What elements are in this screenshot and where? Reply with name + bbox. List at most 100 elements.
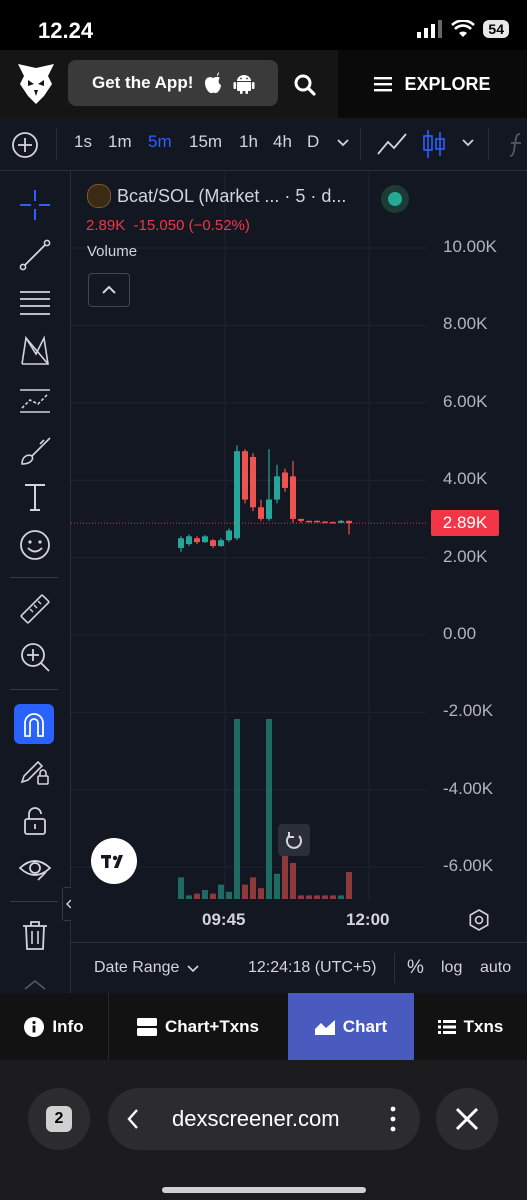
chevron-up-icon — [102, 285, 116, 294]
volume-label: Volume — [87, 243, 138, 260]
candle-body[interactable] — [250, 456, 256, 508]
trend-line-tool[interactable] — [17, 237, 53, 273]
pencil-lock-icon — [20, 760, 49, 785]
tradingview-logo[interactable] — [91, 838, 137, 884]
interval-5m[interactable]: 5m — [148, 132, 172, 152]
volume-bar — [338, 895, 344, 899]
wifi-icon — [451, 20, 476, 37]
candle-body[interactable] — [226, 530, 232, 541]
symbol-title[interactable]: Bcat/SOL (Market ... · 5 · d... — [117, 186, 346, 207]
prediction-tool[interactable] — [17, 383, 53, 419]
price-axis-label: 6.00K — [443, 391, 488, 411]
live-dot — [388, 192, 402, 206]
candle-body[interactable] — [242, 451, 248, 500]
close-icon — [455, 1107, 479, 1131]
tool-divider — [10, 689, 58, 690]
candle-body[interactable] — [258, 507, 264, 519]
percent-toggle[interactable]: % — [407, 957, 424, 979]
interval-4h[interactable]: 4h — [273, 132, 292, 152]
tab-info[interactable]: Info — [0, 993, 108, 1060]
interval-1h[interactable]: 1h — [239, 132, 258, 152]
browser-tabs-button[interactable]: 2 — [28, 1088, 90, 1150]
explore-button[interactable]: EXPLORE — [338, 50, 527, 118]
unlock-tool[interactable] — [17, 803, 53, 839]
price-axis-label: 10.00K — [443, 237, 497, 256]
volume-bar — [306, 895, 312, 899]
fib-tool[interactable] — [17, 285, 53, 321]
chevron-up-icon[interactable] — [22, 977, 48, 991]
dexscreener-logo[interactable] — [14, 62, 58, 106]
url-text[interactable]: dexscreener.com — [172, 1106, 340, 1132]
tab-chart-txns[interactable]: Chart+Txns — [109, 993, 287, 1060]
close-tab-button[interactable] — [436, 1088, 498, 1150]
candle-body[interactable] — [306, 520, 312, 523]
date-range-button[interactable]: Date Range — [94, 959, 179, 977]
time-label-1200: 12:00 — [346, 910, 390, 929]
candle-body[interactable] — [266, 499, 272, 519]
measure-tool[interactable] — [17, 591, 53, 627]
add-symbol-icon[interactable] — [11, 131, 39, 159]
candle-body[interactable] — [322, 521, 328, 524]
tab-chart[interactable]: Chart — [288, 993, 414, 1060]
candle-body[interactable] — [234, 451, 240, 539]
apple-icon — [205, 72, 222, 94]
reset-chart-button[interactable] — [278, 824, 310, 856]
interval-d[interactable]: D — [307, 132, 319, 152]
address-bar[interactable]: dexscreener.com — [108, 1088, 420, 1150]
more-options-icon[interactable] — [390, 1106, 396, 1132]
candle-body[interactable] — [290, 476, 296, 519]
candle-body[interactable] — [274, 476, 280, 500]
candle-body[interactable] — [194, 538, 200, 543]
settings-icon[interactable] — [468, 909, 490, 931]
price-axis-label: -4.00K — [443, 778, 494, 798]
chart-bottom-bar: Date Range 12:24:18 (UTC+5) % log auto — [71, 942, 527, 994]
candle-body[interactable] — [298, 518, 304, 521]
chart-area[interactable]: Bcat/SOL (Market ... · 5 · d... 2.89K -1… — [71, 171, 527, 993]
interval-1s[interactable]: 1s — [74, 132, 92, 152]
pattern-tool[interactable] — [17, 333, 53, 369]
clock-timezone[interactable]: 12:24:18 (UTC+5) — [248, 959, 377, 977]
tab-txns[interactable]: Txns — [414, 993, 527, 1060]
toolbar-divider — [488, 128, 489, 160]
delete-tool[interactable] — [17, 917, 53, 953]
candle-body[interactable] — [186, 536, 192, 545]
indicators-icon[interactable] — [504, 130, 527, 160]
price-axis-label: 0.00 — [443, 624, 477, 643]
legend-price: 2.89K — [86, 217, 126, 234]
candle-body[interactable] — [346, 520, 352, 524]
volume-bar — [314, 895, 320, 899]
get-app-button[interactable]: Get the App! — [68, 60, 278, 106]
interval-15m[interactable]: 15m — [189, 132, 222, 152]
candle-body[interactable] — [314, 520, 320, 523]
emoji-tool[interactable] — [17, 527, 53, 563]
magnet-tool[interactable] — [14, 704, 54, 744]
line-chart-icon[interactable] — [376, 130, 408, 158]
price-axis-label: 2.00K — [443, 546, 488, 566]
candle-body[interactable] — [202, 536, 208, 543]
log-toggle[interactable]: log — [441, 959, 462, 977]
candle-body[interactable] — [282, 472, 288, 488]
chevron-down-icon[interactable] — [336, 138, 350, 148]
candle-body[interactable] — [338, 520, 344, 523]
lock-drawing-tool[interactable] — [17, 753, 53, 789]
chevron-down-icon[interactable] — [187, 965, 199, 973]
legend-collapse-button[interactable] — [88, 273, 130, 307]
back-icon[interactable] — [126, 1108, 140, 1130]
search-button[interactable] — [288, 68, 322, 102]
volume-bar — [322, 895, 328, 899]
candle-body[interactable] — [218, 540, 224, 546]
candle-body[interactable] — [210, 540, 216, 546]
zoom-tool[interactable] — [17, 639, 53, 675]
crosshair-tool[interactable] — [17, 187, 53, 223]
text-tool[interactable] — [17, 479, 53, 515]
auto-toggle[interactable]: auto — [480, 959, 511, 977]
visibility-tool[interactable] — [17, 851, 53, 887]
interval-1m[interactable]: 1m — [108, 132, 132, 152]
brush-tool[interactable] — [17, 433, 53, 469]
candle-body[interactable] — [178, 538, 184, 548]
hamburger-icon — [374, 77, 393, 92]
chevron-down-icon[interactable] — [461, 138, 475, 148]
candles-icon[interactable] — [422, 128, 446, 160]
crosshair-icon — [20, 190, 50, 220]
browser-toolbar: 2 dexscreener.com — [0, 1060, 527, 1200]
